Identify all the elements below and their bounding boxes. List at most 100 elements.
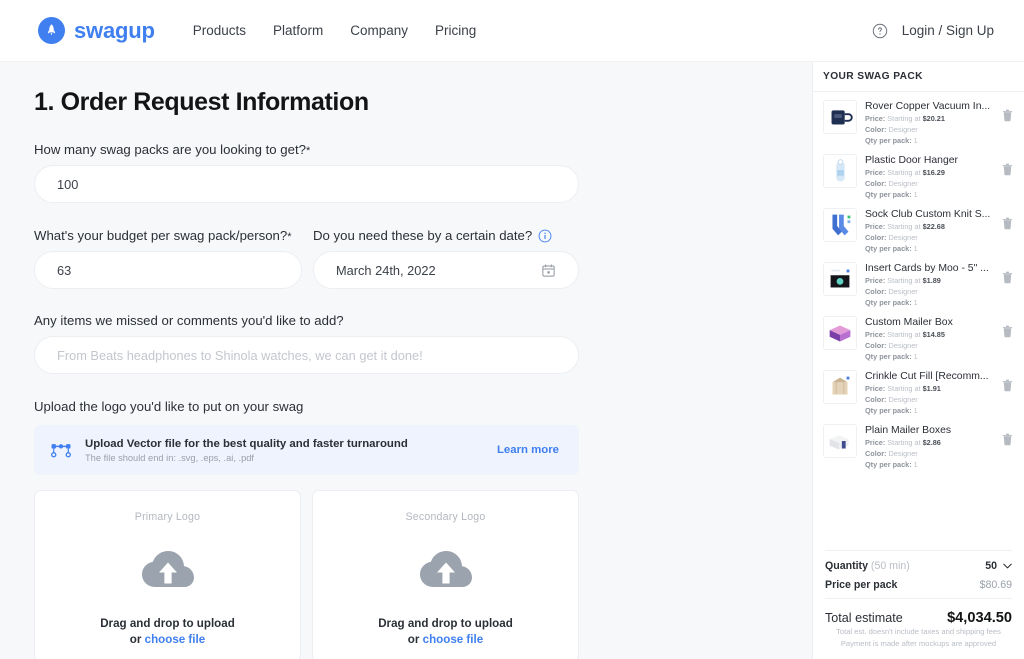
total-estimate-row: Total estimate $4,034.50 xyxy=(825,597,1012,626)
required-mark: * xyxy=(305,145,311,157)
learn-more-link[interactable]: Learn more xyxy=(497,444,559,456)
quantity-summary-label: Quantity (50 min) xyxy=(825,560,910,572)
comments-input[interactable]: From Beats headphones to Shinola watches… xyxy=(34,336,579,374)
site-header: swagup Products Platform Company Pricing… xyxy=(0,0,1024,62)
quantity-input[interactable]: 100 xyxy=(34,165,579,203)
swag-pack-item[interactable]: Plastic Door Hanger Price: Starting at $1… xyxy=(813,150,1024,204)
swag-pack-item[interactable]: Crinkle Cut Fill [Recomm... Price: Starti… xyxy=(813,366,1024,420)
login-signup-link[interactable]: Login / Sign Up xyxy=(902,23,994,38)
quantity-label-text: How many swag packs are you looking to g… xyxy=(34,142,306,157)
mailer-box-thumb xyxy=(823,316,857,351)
budget-input[interactable]: 63 xyxy=(34,251,302,289)
trash-icon[interactable] xyxy=(1002,379,1013,392)
brand-logo[interactable]: swagup xyxy=(38,17,155,44)
budget-label-text: What's your budget per swag pack/person? xyxy=(34,228,288,243)
item-price: Price: Starting at $16.29 xyxy=(865,167,945,177)
quantity-summary-label-text: Quantity xyxy=(825,559,868,572)
swag-pack-item[interactable]: Sock Club Custom Knit S... Price: Startin… xyxy=(813,204,1024,258)
item-qty: Qty per pack: 1 xyxy=(865,244,918,254)
question-circle-icon[interactable] xyxy=(872,23,888,39)
date-field-group: Do you need these by a certain date? Mar… xyxy=(313,228,579,289)
dropzone-or-label: or xyxy=(407,633,423,646)
trash-icon[interactable] xyxy=(1002,217,1013,230)
dropzone-primary-logo[interactable]: Primary Logo Drag and drop to upload or … xyxy=(34,490,301,659)
item-name: Sock Club Custom Knit S... xyxy=(865,209,991,221)
insert-card-thumb xyxy=(823,262,857,297)
trash-icon[interactable] xyxy=(1002,163,1013,176)
trash-icon[interactable] xyxy=(1002,109,1013,122)
date-label-text: Do you need these by a certain date? xyxy=(313,228,533,243)
trash-icon[interactable] xyxy=(1002,271,1013,284)
item-details: Plastic Door Hanger Price: Starting at $1… xyxy=(865,154,994,200)
info-circle-icon[interactable] xyxy=(538,229,552,243)
price-per-pack-row: Price per pack $80.69 xyxy=(825,579,1012,591)
item-color: Color: Designer xyxy=(865,449,918,459)
order-form: 1. Order Request Information How many sw… xyxy=(0,62,812,659)
dropzone-cta: Drag and drop to upload xyxy=(100,617,235,630)
swag-pack-item[interactable]: Rover Copper Vacuum In... Price: Starting… xyxy=(813,96,1024,150)
quantity-select[interactable]: 50 xyxy=(985,560,1012,572)
dropzone-title: Secondary Logo xyxy=(405,511,486,523)
comments-field-group: Any items we missed or comments you'd li… xyxy=(34,313,778,374)
trash-icon[interactable] xyxy=(1002,433,1013,446)
dropzone-title: Primary Logo xyxy=(134,511,201,523)
swag-pack-item[interactable]: Custom Mailer Box Price: Starting at $14.… xyxy=(813,312,1024,366)
crinkle-fill-thumb xyxy=(823,370,857,405)
vector-banner-texts: Upload Vector file for the best quality … xyxy=(85,438,497,463)
item-price: Price: Starting at $2.86 xyxy=(865,437,941,447)
chevron-down-icon[interactable] xyxy=(1003,563,1012,569)
nav-item-pricing[interactable]: Pricing xyxy=(435,23,476,38)
swag-pack-item-list: Rover Copper Vacuum In... Price: Starting… xyxy=(813,92,1024,550)
item-name: Plain Mailer Boxes xyxy=(865,425,952,437)
date-input[interactable]: March 24th, 2022 xyxy=(313,251,579,289)
choose-file-link[interactable]: choose file xyxy=(145,633,206,646)
swag-pack-item[interactable]: Insert Cards by Moo - 5" ... Price: Start… xyxy=(813,258,1024,312)
dropzone-cta: Drag and drop to upload xyxy=(378,617,513,630)
item-price: Price: Starting at $1.89 xyxy=(865,275,941,285)
budget-field-group: What's your budget per swag pack/person?… xyxy=(34,228,302,289)
item-name: Plastic Door Hanger xyxy=(865,155,958,167)
choose-file-link[interactable]: choose file xyxy=(423,633,484,646)
date-value: March 24th, 2022 xyxy=(336,262,436,278)
total-estimate-value: $4,034.50 xyxy=(947,609,1012,626)
calendar-icon[interactable] xyxy=(541,263,556,278)
door-hanger-thumb xyxy=(823,154,857,189)
item-qty: Qty per pack: 1 xyxy=(865,460,918,470)
quantity-summary-row: Quantity (50 min) 50 xyxy=(825,560,1012,572)
nav-item-company[interactable]: Company xyxy=(350,23,408,38)
total-estimate-label: Total estimate xyxy=(825,610,903,625)
item-details: Crinkle Cut Fill [Recomm... Price: Starti… xyxy=(865,370,994,416)
item-qty: Qty per pack: 1 xyxy=(865,352,918,362)
item-qty: Qty per pack: 1 xyxy=(865,406,918,416)
price-per-pack-label: Price per pack xyxy=(825,578,898,591)
nav-item-platform[interactable]: Platform xyxy=(273,23,323,38)
dropzone-choose-row: or choose file xyxy=(130,633,205,646)
trash-icon[interactable] xyxy=(1002,325,1013,338)
comments-label: Any items we missed or comments you'd li… xyxy=(34,313,344,328)
cloud-upload-icon xyxy=(419,551,472,587)
nav-item-products[interactable]: Products xyxy=(193,23,246,38)
swag-pack-item[interactable]: Plain Mailer Boxes Price: Starting at $2.… xyxy=(813,420,1024,474)
quantity-select-value: 50 xyxy=(985,559,997,572)
item-qty: Qty per pack: 1 xyxy=(865,136,918,146)
quantity-minimum-hint: (50 min) xyxy=(870,559,910,572)
item-price: Price: Starting at $22.68 xyxy=(865,221,945,231)
budget-date-row: What's your budget per swag pack/person?… xyxy=(34,228,778,289)
rocket-icon xyxy=(38,17,65,44)
item-details: Sock Club Custom Knit S... Price: Startin… xyxy=(865,208,994,254)
item-color: Color: Designer xyxy=(865,395,918,404)
sidebar-disclaimer: Total est. doesn't include taxes and shi… xyxy=(813,626,1024,659)
vector-banner-title: Upload Vector file for the best quality … xyxy=(85,437,408,450)
swag-pack-sidebar: YOUR SWAG PACK Rover Copper Vacuum In...… xyxy=(812,62,1024,659)
item-qty: Qty per pack: 1 xyxy=(865,298,918,308)
order-request-page: swagup Products Platform Company Pricing… xyxy=(0,0,1024,659)
budget-value: 63 xyxy=(57,262,72,278)
budget-label: What's your budget per swag pack/person?… xyxy=(34,228,302,243)
upload-section: Upload the logo you'd like to put on you… xyxy=(34,399,778,659)
item-color: Color: Designer xyxy=(865,232,918,242)
item-details: Insert Cards by Moo - 5" ... Price: Start… xyxy=(865,262,994,308)
dropzone-choose-row: or choose file xyxy=(408,633,483,646)
main-nav: Products Platform Company Pricing xyxy=(193,23,477,38)
dropzone-secondary-logo[interactable]: Secondary Logo Drag and drop to upload o… xyxy=(312,490,579,659)
item-color: Color: Designer xyxy=(865,340,918,350)
